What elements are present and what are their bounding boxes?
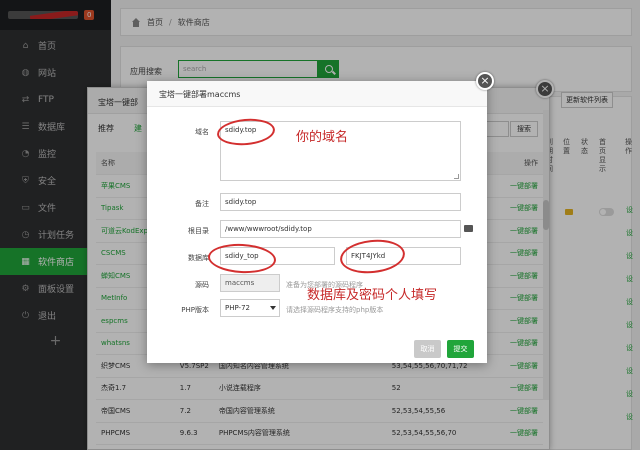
chevron-down-icon bbox=[270, 306, 276, 310]
submit-button[interactable]: 提交 bbox=[447, 340, 474, 358]
remark-input[interactable]: sdidy.top bbox=[220, 193, 461, 211]
root-dir-input[interactable]: /www/wwwroot/sdidy.top bbox=[220, 220, 461, 238]
php-version-label: PHP版本 bbox=[181, 306, 209, 314]
remark-label: 备注 bbox=[195, 200, 209, 208]
deploy-dialog: 宝塔一键部署maccms 域名 sdidy.top 备注 sdidy.top 根… bbox=[147, 81, 487, 363]
php-version-hint: 请选择源码程序支持的php版本 bbox=[286, 306, 384, 314]
php-version-value: PHP-72 bbox=[225, 304, 250, 312]
folder-icon[interactable] bbox=[464, 225, 473, 232]
domain-label: 域名 bbox=[195, 128, 209, 136]
cancel-button[interactable]: 取消 bbox=[414, 340, 441, 358]
annotation-db-note: 数据库及密码个人填写 bbox=[307, 288, 438, 303]
source-label: 源码 bbox=[195, 281, 209, 289]
dialog-title: 宝塔一键部署maccms bbox=[147, 81, 487, 107]
database-label: 数据库 bbox=[188, 254, 209, 262]
annotation-domain-note: 你的域名 bbox=[296, 130, 349, 145]
root-dir-label: 根目录 bbox=[188, 227, 209, 235]
close-dialog-button[interactable]: × bbox=[476, 72, 494, 90]
php-version-select[interactable]: PHP-72 bbox=[220, 299, 280, 317]
source-input: maccms bbox=[220, 274, 280, 292]
close-icon: × bbox=[480, 74, 490, 87]
resize-handle-icon[interactable] bbox=[454, 174, 459, 179]
